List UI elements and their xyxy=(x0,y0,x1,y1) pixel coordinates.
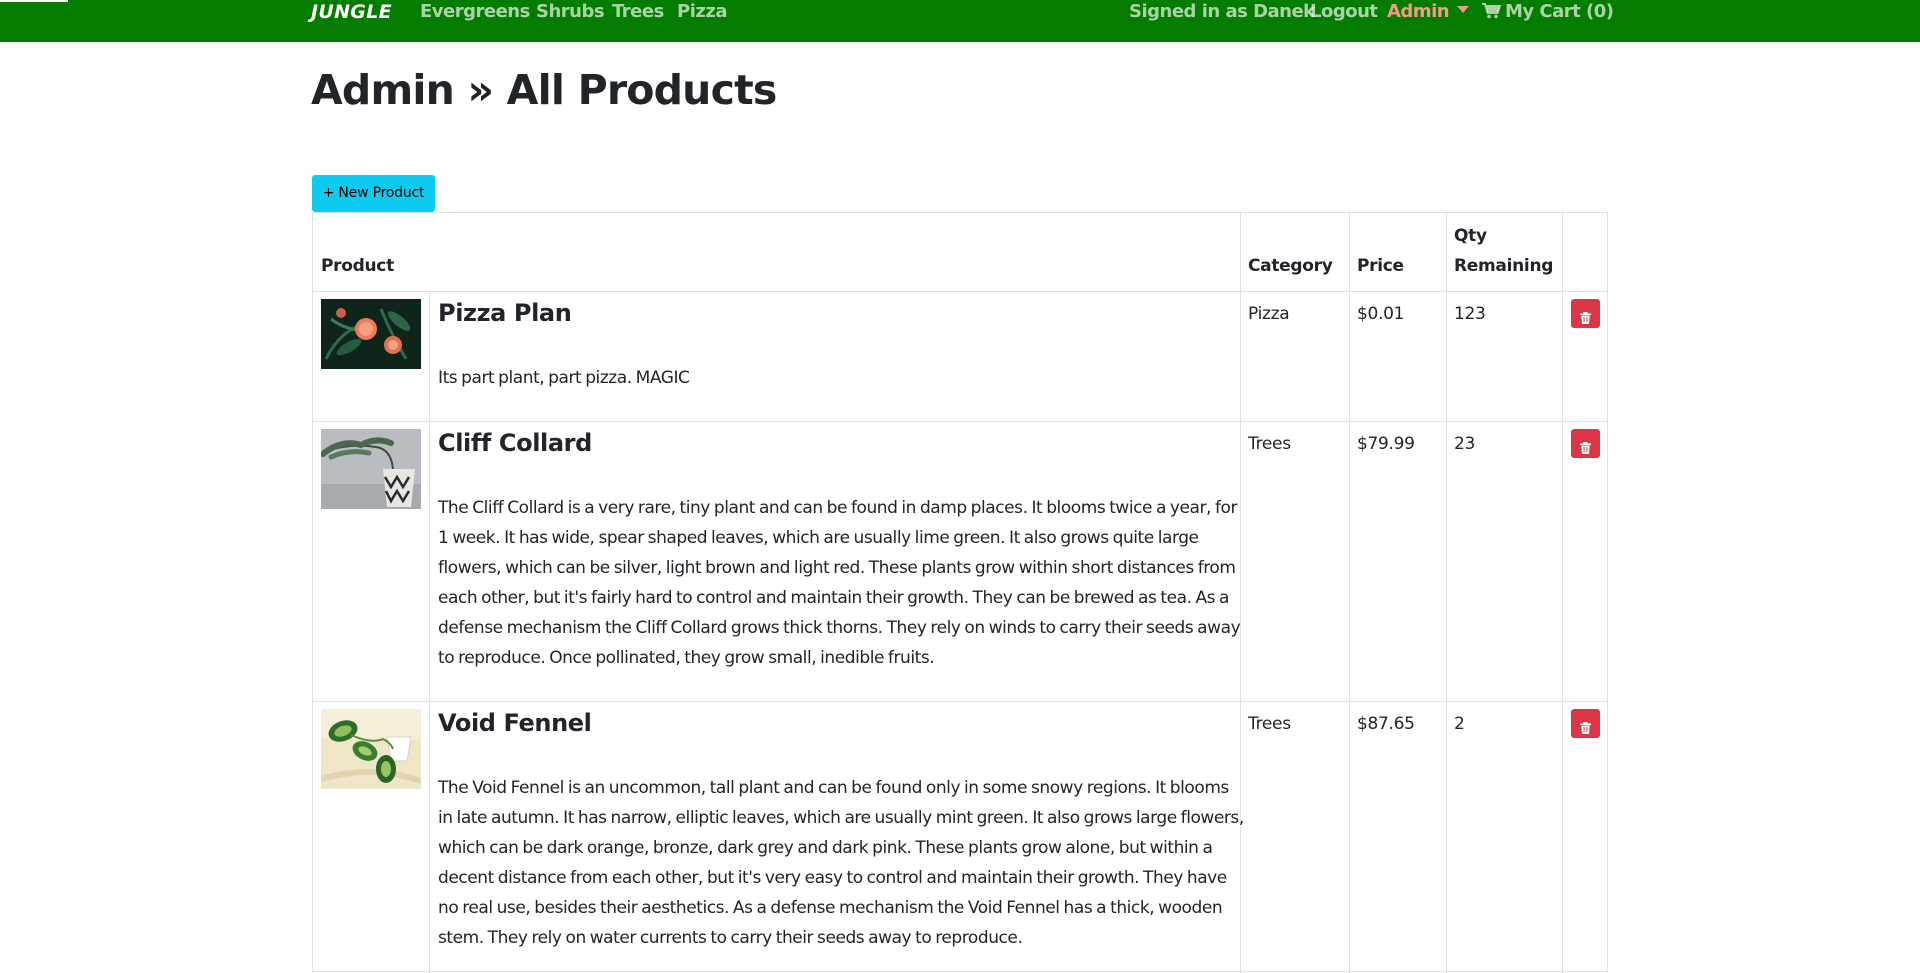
product-description: Its part plant, part pizza. MAGIC xyxy=(438,368,690,388)
header-price: Price xyxy=(1357,256,1404,276)
admin-label: Admin xyxy=(1387,1,1450,22)
product-description: The Void Fennel is an uncommon, tall pla… xyxy=(438,778,1244,948)
new-product-button[interactable]: + New Product xyxy=(312,175,435,212)
void-fennel-image xyxy=(321,709,421,789)
cart-icon xyxy=(1482,3,1501,19)
product-qty: 2 xyxy=(1454,714,1465,734)
cart-link[interactable]: My Cart (0) xyxy=(1482,0,1614,24)
product-name: Cliff Collard xyxy=(438,429,592,457)
product-thumbnail xyxy=(321,429,421,509)
cliff-collard-image xyxy=(321,429,421,509)
signed-in-link[interactable]: Signed in as Danek xyxy=(1129,0,1315,24)
trash-icon xyxy=(1580,721,1591,734)
trash-icon xyxy=(1580,441,1591,454)
nav-link-shrubs[interactable]: Shrubs xyxy=(536,0,605,24)
row-divider xyxy=(313,291,1609,292)
logout-link[interactable]: Logout xyxy=(1310,0,1378,24)
brand-logo[interactable]: JUNGLE xyxy=(311,0,392,24)
col-divider xyxy=(429,291,430,973)
row-divider xyxy=(313,421,1609,422)
product-price: $0.01 xyxy=(1357,304,1405,324)
nav-link-evergreens[interactable]: Evergreens xyxy=(420,0,530,24)
chevron-down-icon xyxy=(1457,6,1470,13)
delete-button[interactable] xyxy=(1571,709,1600,738)
product-name: Void Fennel xyxy=(438,709,592,737)
product-name: Pizza Plan xyxy=(438,299,572,327)
col-divider xyxy=(1349,213,1350,973)
page-title: Admin » All Products xyxy=(311,66,777,114)
header-category: Category xyxy=(1248,256,1333,276)
delete-button[interactable] xyxy=(1571,299,1600,328)
corner-tab xyxy=(0,0,68,2)
product-thumbnail xyxy=(321,709,421,789)
header-qty: Qty Remaining xyxy=(1454,226,1554,276)
pizza-plant-image xyxy=(321,299,421,369)
product-description: The Cliff Collard is a very rare, tiny p… xyxy=(438,498,1241,668)
product-category: Trees xyxy=(1248,434,1291,454)
nav-link-pizza[interactable]: Pizza xyxy=(677,0,727,24)
nav-link-trees[interactable]: Trees xyxy=(612,0,664,24)
cart-label: My Cart (0) xyxy=(1505,1,1614,22)
product-thumbnail xyxy=(321,299,421,369)
product-qty: 123 xyxy=(1454,304,1486,324)
product-price: $87.65 xyxy=(1357,714,1415,734)
header-product: Product xyxy=(321,256,394,276)
product-price: $79.99 xyxy=(1357,434,1415,454)
col-divider xyxy=(1446,213,1447,973)
products-table: Product Category Price Qty Remaining Piz… xyxy=(312,212,1609,973)
admin-dropdown[interactable]: Admin xyxy=(1387,0,1470,24)
top-navbar: JUNGLE Evergreens Shrubs Trees Pizza Sig… xyxy=(0,0,1920,42)
row-divider xyxy=(313,701,1609,702)
product-category: Trees xyxy=(1248,714,1291,734)
delete-button[interactable] xyxy=(1571,429,1600,458)
trash-icon xyxy=(1580,311,1591,324)
product-qty: 23 xyxy=(1454,434,1476,454)
col-divider xyxy=(1562,213,1563,973)
product-category: Pizza xyxy=(1248,304,1290,324)
